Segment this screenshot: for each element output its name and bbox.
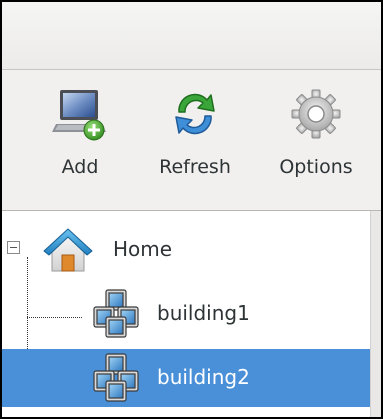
add-button[interactable]: Add: [48, 86, 112, 178]
tree-item-building1[interactable]: building1: [2, 285, 370, 341]
home-icon: [43, 228, 93, 272]
building-tree[interactable]: Home building1 building2: [2, 211, 370, 417]
tree-item-building2[interactable]: building2: [2, 349, 370, 407]
gear-icon: [291, 89, 341, 139]
tree-item-label: building1: [157, 301, 250, 325]
tree-item-label: building2: [157, 365, 250, 389]
refresh-button-label: Refresh: [159, 156, 231, 178]
collapse-icon[interactable]: [7, 241, 20, 254]
refresh-button[interactable]: Refresh: [145, 86, 245, 178]
building-icon: [93, 353, 139, 402]
refresh-icon: [175, 93, 215, 135]
vertical-scrollbar[interactable]: [370, 211, 381, 417]
app-window: Add Refresh Options Home building1 build…: [0, 0, 383, 419]
toolbar: Add Refresh Options: [2, 70, 381, 211]
tree-item-home[interactable]: Home: [2, 221, 370, 277]
tree-item-label: Home: [113, 237, 173, 261]
building-icon: [93, 289, 139, 338]
add-button-label: Add: [61, 156, 99, 178]
add-computer-icon: [52, 90, 106, 141]
title-bar[interactable]: [2, 2, 381, 70]
options-button-label: Options: [279, 156, 353, 178]
options-button[interactable]: Options: [266, 86, 366, 178]
